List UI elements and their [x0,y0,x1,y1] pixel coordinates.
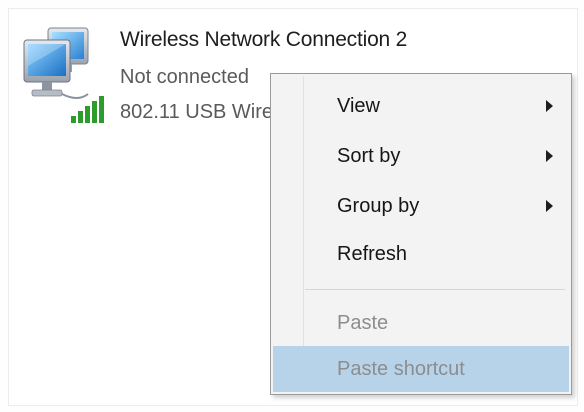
menu-item-label: Refresh [337,243,408,265]
submenu-arrow-icon [546,100,553,112]
menu-item-sort-by[interactable]: Sort by [273,133,569,179]
connection-adapter: 802.11 USB Wire [120,101,274,123]
menu-item-view[interactable]: View [273,83,569,129]
menu-item-refresh[interactable]: Refresh [273,231,569,277]
context-menu: View Sort by Group by Refresh Paste Past… [270,73,572,395]
submenu-arrow-icon [546,200,553,212]
wifi-signal-icon [71,96,104,123]
menu-item-label: Paste [337,312,389,334]
menu-separator [305,289,565,290]
submenu-arrow-icon [546,150,553,162]
connection-name: Wireless Network Connection 2 [120,28,408,51]
desktop-background: Wireless Network Connection 2 Not connec… [0,0,584,412]
menu-item-paste-shortcut[interactable]: Paste shortcut [273,346,569,392]
menu-item-label: View [337,95,380,117]
menu-item-label: Paste shortcut [337,358,465,380]
connection-status: Not connected [120,66,249,88]
menu-item-paste[interactable]: Paste [273,300,569,346]
menu-item-group-by[interactable]: Group by [273,183,569,229]
menu-item-label: Group by [337,195,420,217]
menu-item-label: Sort by [337,145,401,167]
